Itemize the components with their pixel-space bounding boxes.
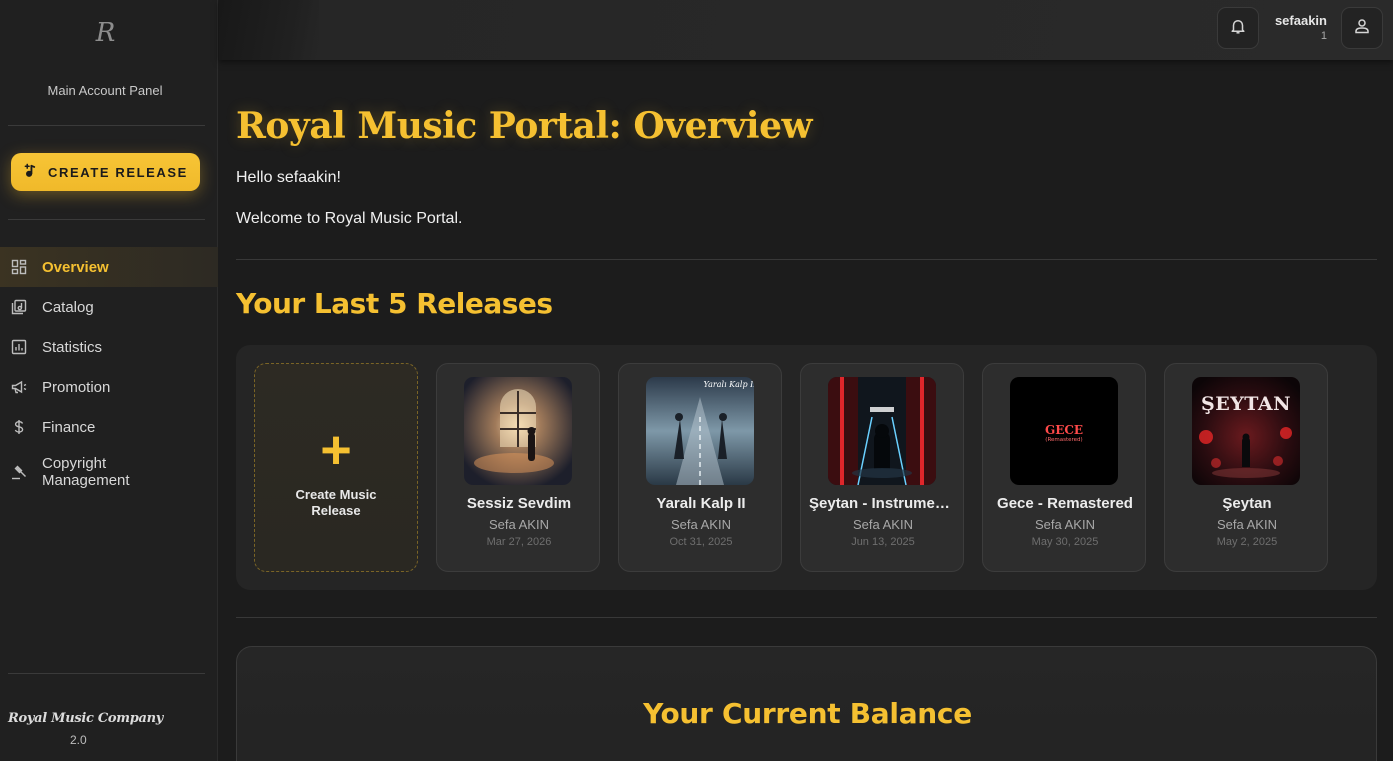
release-cover: GECE (Remastered)	[1010, 377, 1118, 485]
svg-text:(Remastered): (Remastered)	[1045, 437, 1082, 443]
sidebar-item-label: Promotion	[42, 378, 111, 396]
svg-text:ŞEYTAN: ŞEYTAN	[1201, 393, 1291, 415]
company-name: Royal Music Company	[8, 711, 164, 726]
sidebar-item-copyright-management[interactable]: Copyright Management	[0, 447, 218, 497]
release-title: Şeytan	[1222, 495, 1272, 512]
brand-logo[interactable]: R	[0, 18, 210, 48]
plus-icon: +	[320, 419, 352, 480]
sidebar-nav: Overview Catalog Statistics Promotion Fi…	[0, 247, 218, 497]
welcome-text: Welcome to Royal Music Portal.	[236, 210, 463, 227]
page-title: Royal Music Portal: Overview	[236, 105, 812, 147]
balance-title: Your Current Balance	[643, 697, 972, 730]
top-bar: sefaakin 1	[219, 0, 1393, 60]
statistics-icon	[11, 339, 27, 355]
notifications-button[interactable]	[1217, 7, 1259, 49]
release-date: May 30, 2025	[1031, 536, 1099, 548]
release-title: Sessiz Sevdim	[466, 495, 572, 512]
sidebar-item-finance[interactable]: Finance	[0, 407, 218, 447]
megaphone-icon	[11, 379, 27, 395]
sidebar-item-label: Copyright Management	[42, 455, 130, 489]
release-card[interactable]: Sessiz Sevdim Sefa AKIN Mar 27, 2026	[436, 363, 600, 572]
sidebar-item-label: Finance	[42, 418, 96, 436]
release-card[interactable]: ŞEYTAN Şeytan Sefa AKIN May 2, 2025	[1164, 363, 1328, 572]
svg-text:Yaralı Kalp II: Yaralı Kalp II	[704, 380, 754, 389]
sidebar-item-label: Overview	[42, 258, 109, 276]
sidebar-item-label: Catalog	[42, 298, 94, 316]
release-cover: Yaralı Kalp II	[646, 377, 754, 485]
sidebar-item-promotion[interactable]: Promotion	[0, 367, 218, 407]
sidebar-item-statistics[interactable]: Statistics	[0, 327, 218, 367]
release-title: Gece - Remastered	[997, 495, 1133, 512]
release-card[interactable]: GECE (Remastered) Gece - Remastered Sefa…	[982, 363, 1146, 572]
releases-section-title: Your Last 5 Releases	[236, 287, 553, 320]
release-date: Mar 27, 2026	[486, 536, 552, 548]
gavel-icon	[11, 464, 27, 480]
sidebar-item-catalog[interactable]: Catalog	[0, 287, 218, 327]
release-date: May 2, 2025	[1216, 536, 1278, 548]
release-title: Şeytan - Instrumental	[809, 495, 957, 512]
username: sefaakin	[1274, 13, 1327, 28]
releases-panel: + Create Music Release Sessiz Sevdim Sef…	[236, 345, 1377, 590]
create-music-release-card[interactable]: + Create Music Release	[254, 363, 418, 572]
sidebar-item-overview[interactable]: Overview	[0, 247, 218, 287]
greeting-text: Hello sefaakin!	[236, 169, 341, 186]
release-cover: ŞEYTAN	[1192, 377, 1300, 485]
release-artist: Sefa AKIN	[671, 517, 731, 532]
section-divider	[236, 259, 1377, 260]
sidebar-divider	[8, 673, 205, 674]
bell-icon	[1229, 17, 1247, 40]
account-panel-label: Main Account Panel	[47, 83, 163, 98]
balance-panel: Your Current Balance	[236, 646, 1377, 761]
create-release-label: CREATE RELEASE	[48, 164, 188, 180]
user-menu-button[interactable]	[1341, 7, 1383, 49]
music-plus-icon	[23, 163, 38, 181]
release-card[interactable]: Şeytan - Instrumental Sefa AKIN Jun 13, …	[800, 363, 964, 572]
app-version: 2.0	[70, 733, 87, 747]
release-artist: Sefa AKIN	[853, 517, 913, 532]
create-music-release-label: Create Music Release	[295, 486, 377, 518]
release-cover	[828, 377, 936, 485]
sidebar: R Main Account Panel CREATE RELEASE Over…	[0, 0, 218, 761]
release-artist: Sefa AKIN	[1217, 517, 1277, 532]
user-count: 1	[1320, 30, 1327, 42]
release-artist: Sefa AKIN	[1035, 517, 1095, 532]
section-divider	[236, 617, 1377, 618]
release-date: Jun 13, 2025	[851, 536, 915, 548]
topbar-decoration	[219, 0, 319, 60]
svg-text:GECE: GECE	[1045, 423, 1083, 437]
release-title: Yaralı Kalp II	[656, 495, 746, 512]
sidebar-divider	[8, 125, 205, 126]
user-icon	[1353, 17, 1371, 40]
dollar-icon	[11, 419, 27, 435]
catalog-icon	[11, 299, 27, 315]
create-release-button[interactable]: CREATE RELEASE	[11, 153, 200, 191]
sidebar-item-label: Statistics	[42, 338, 103, 356]
release-artist: Sefa AKIN	[489, 517, 549, 532]
sidebar-divider	[8, 219, 205, 220]
release-card[interactable]: Yaralı Kalp II Yaralı Kalp II Sefa AKIN …	[618, 363, 782, 572]
release-cover	[464, 377, 572, 485]
release-date: Oct 31, 2025	[669, 536, 733, 548]
dashboard-icon	[11, 259, 27, 275]
